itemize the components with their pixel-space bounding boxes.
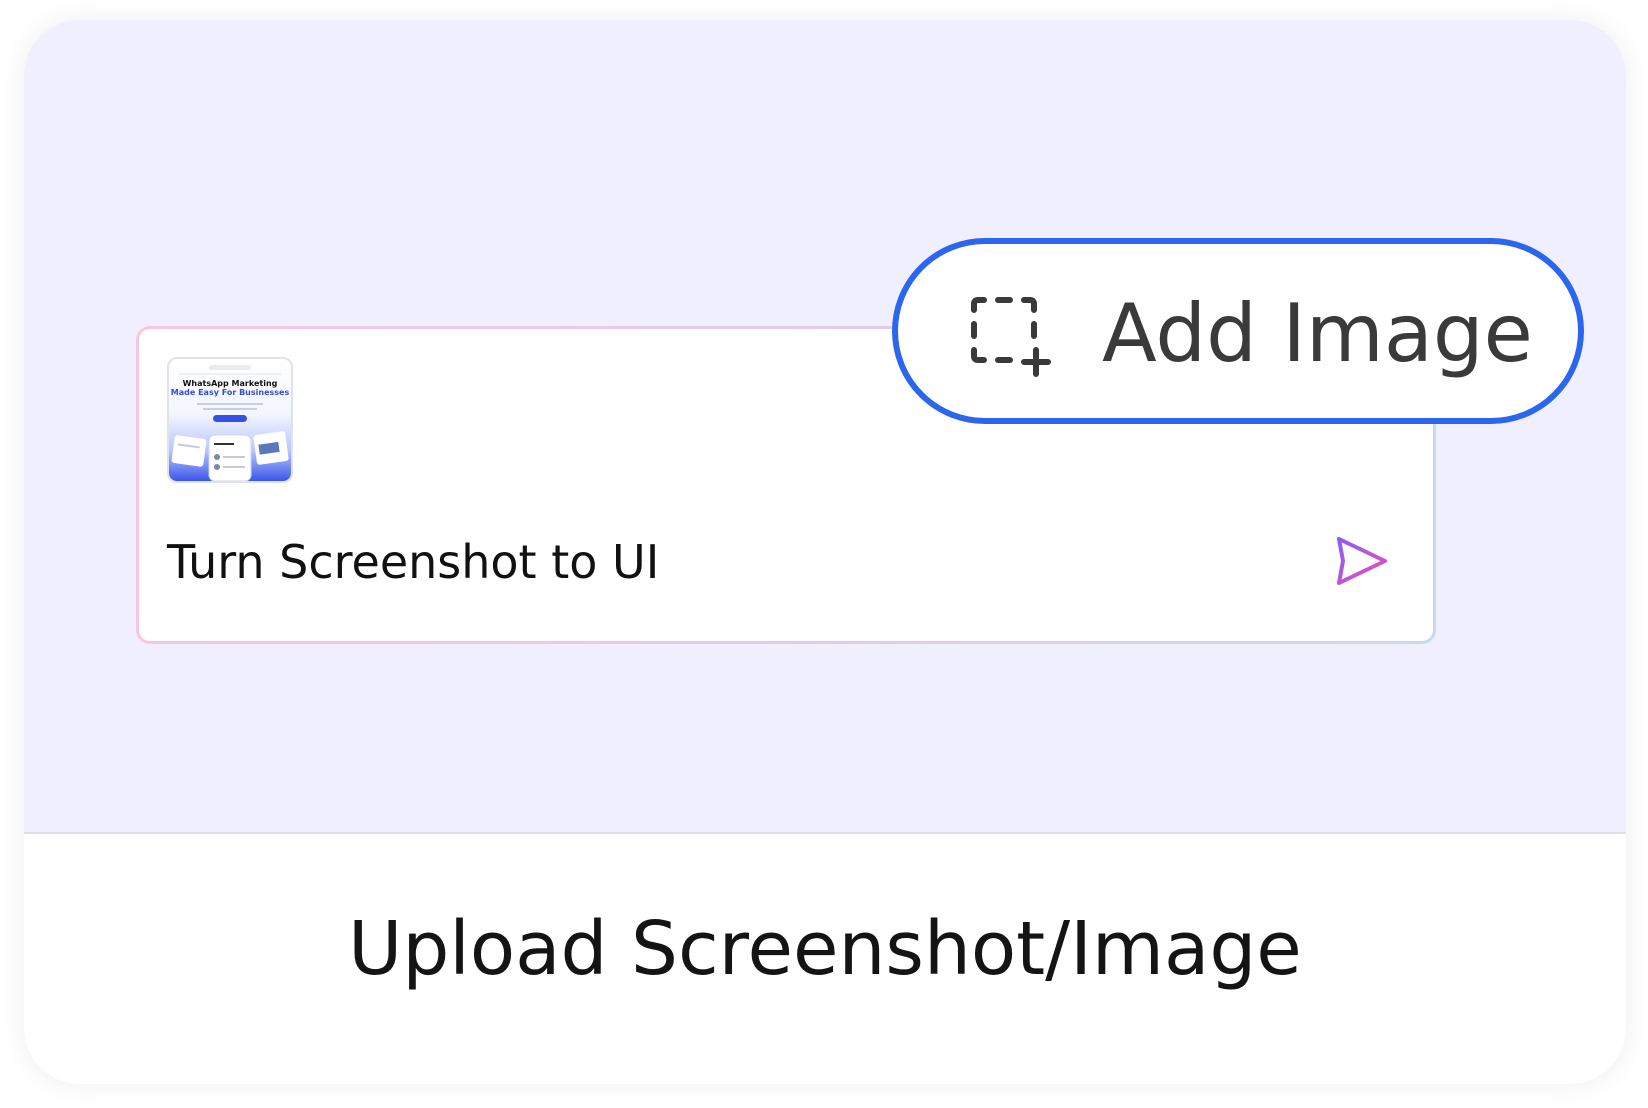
footer-title: Upload Screenshot/Image [348, 906, 1302, 992]
hero-area: WhatsApp Marketing Made Easy For Busines… [24, 20, 1626, 834]
feature-card: WhatsApp Marketing Made Easy For Busines… [24, 20, 1626, 1084]
screenshot-thumbnail[interactable]: WhatsApp Marketing Made Easy For Busines… [167, 357, 293, 483]
add-image-button[interactable]: Add Image [892, 238, 1584, 424]
prompt-text[interactable]: Turn Screenshot to UI [167, 535, 659, 589]
send-button[interactable] [1329, 529, 1393, 593]
image-add-icon [971, 297, 1051, 377]
thumbnail-graphic [171, 365, 289, 481]
thumbnail-headline: WhatsApp Marketing [182, 379, 278, 388]
send-icon [1337, 537, 1387, 585]
thumbnail-subheadline: Made Easy For Businesses [170, 388, 290, 397]
add-image-label: Add Image [1102, 287, 1533, 380]
